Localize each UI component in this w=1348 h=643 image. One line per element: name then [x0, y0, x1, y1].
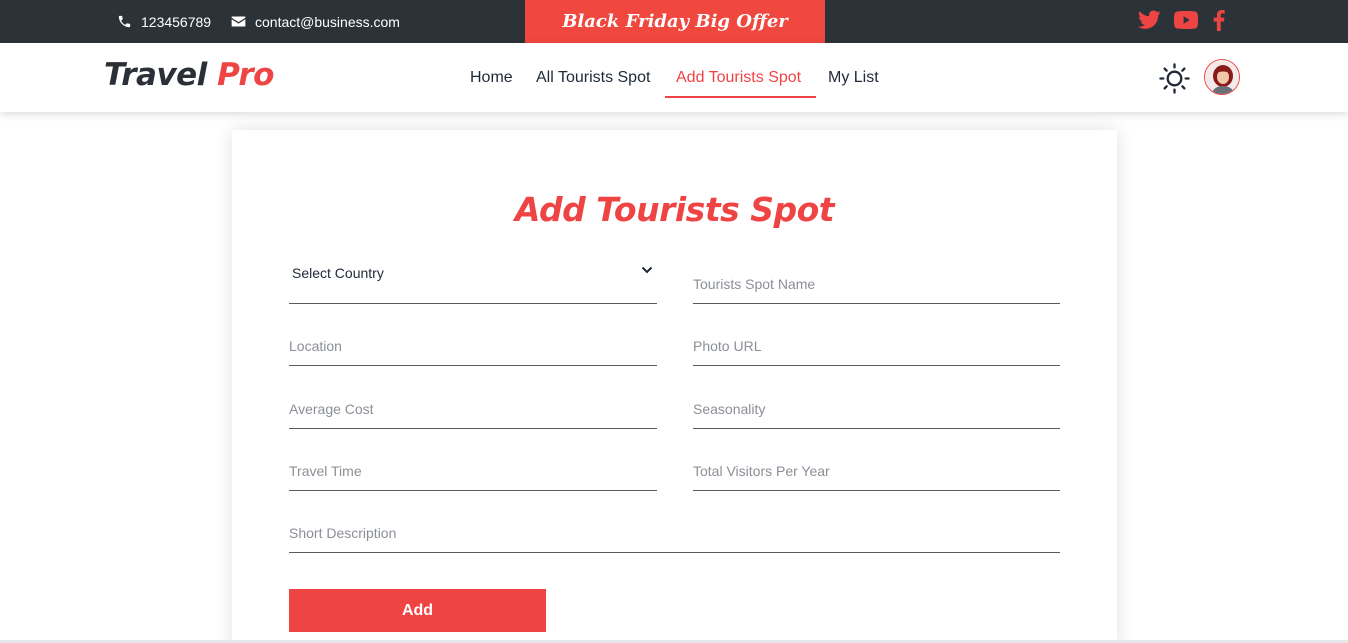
nav-all-tourists-spot[interactable]: All Tourists Spot	[536, 69, 650, 87]
country-select[interactable]: Select Country	[289, 251, 657, 304]
spot-name-input[interactable]	[693, 264, 1060, 303]
user-avatar[interactable]	[1204, 59, 1240, 95]
active-nav-underline	[665, 96, 816, 98]
sun-icon[interactable]	[1159, 63, 1190, 99]
form-title: Add Tourists Spot	[514, 190, 835, 229]
photo-url-input[interactable]	[693, 326, 1060, 365]
travel-time-input[interactable]	[289, 451, 657, 490]
nav-home[interactable]: Home	[470, 69, 513, 87]
add-button[interactable]: Add	[289, 589, 546, 632]
phone-contact: 123456789	[117, 0, 211, 43]
navbar: Travel Pro Home All Tourists Spot Add To…	[0, 43, 1348, 112]
nav-my-list[interactable]: My List	[828, 69, 879, 87]
chevron-down-icon	[641, 266, 653, 274]
top-bar: 123456789 contact@business.com Black Fri…	[0, 0, 1348, 43]
phone-number: 123456789	[141, 13, 212, 30]
nav-add-tourists-spot[interactable]: Add Tourists Spot	[676, 69, 801, 87]
facebook-icon[interactable]	[1213, 10, 1225, 36]
spot-name-field[interactable]	[693, 264, 1060, 304]
twitter-icon[interactable]	[1138, 10, 1161, 35]
logo-pro: Pro	[217, 57, 274, 93]
seasonality-input[interactable]	[693, 389, 1060, 428]
country-select-value: Select Country	[292, 265, 384, 281]
total-visitors-input[interactable]	[693, 451, 1060, 490]
travel-time-field[interactable]	[289, 451, 657, 491]
total-visitors-field[interactable]	[693, 451, 1060, 491]
email-contact: contact@business.com	[231, 0, 400, 43]
average-cost-input[interactable]	[289, 389, 657, 428]
short-description-field[interactable]	[289, 513, 1060, 553]
email-address: contact@business.com	[255, 13, 400, 30]
short-description-input[interactable]	[289, 513, 1060, 552]
location-field[interactable]	[289, 326, 657, 366]
phone-icon	[118, 15, 131, 28]
add-spot-form-card: Add Tourists Spot Select Country Add	[232, 130, 1117, 643]
logo[interactable]: Travel Pro	[104, 57, 274, 93]
youtube-icon[interactable]	[1174, 10, 1198, 35]
average-cost-field[interactable]	[289, 389, 657, 429]
logo-travel: Travel	[104, 57, 207, 93]
envelope-icon	[231, 16, 246, 27]
offer-banner[interactable]: Black Friday Big Offer	[525, 0, 825, 43]
seasonality-field[interactable]	[693, 389, 1060, 429]
photo-url-field[interactable]	[693, 326, 1060, 366]
location-input[interactable]	[289, 326, 657, 365]
